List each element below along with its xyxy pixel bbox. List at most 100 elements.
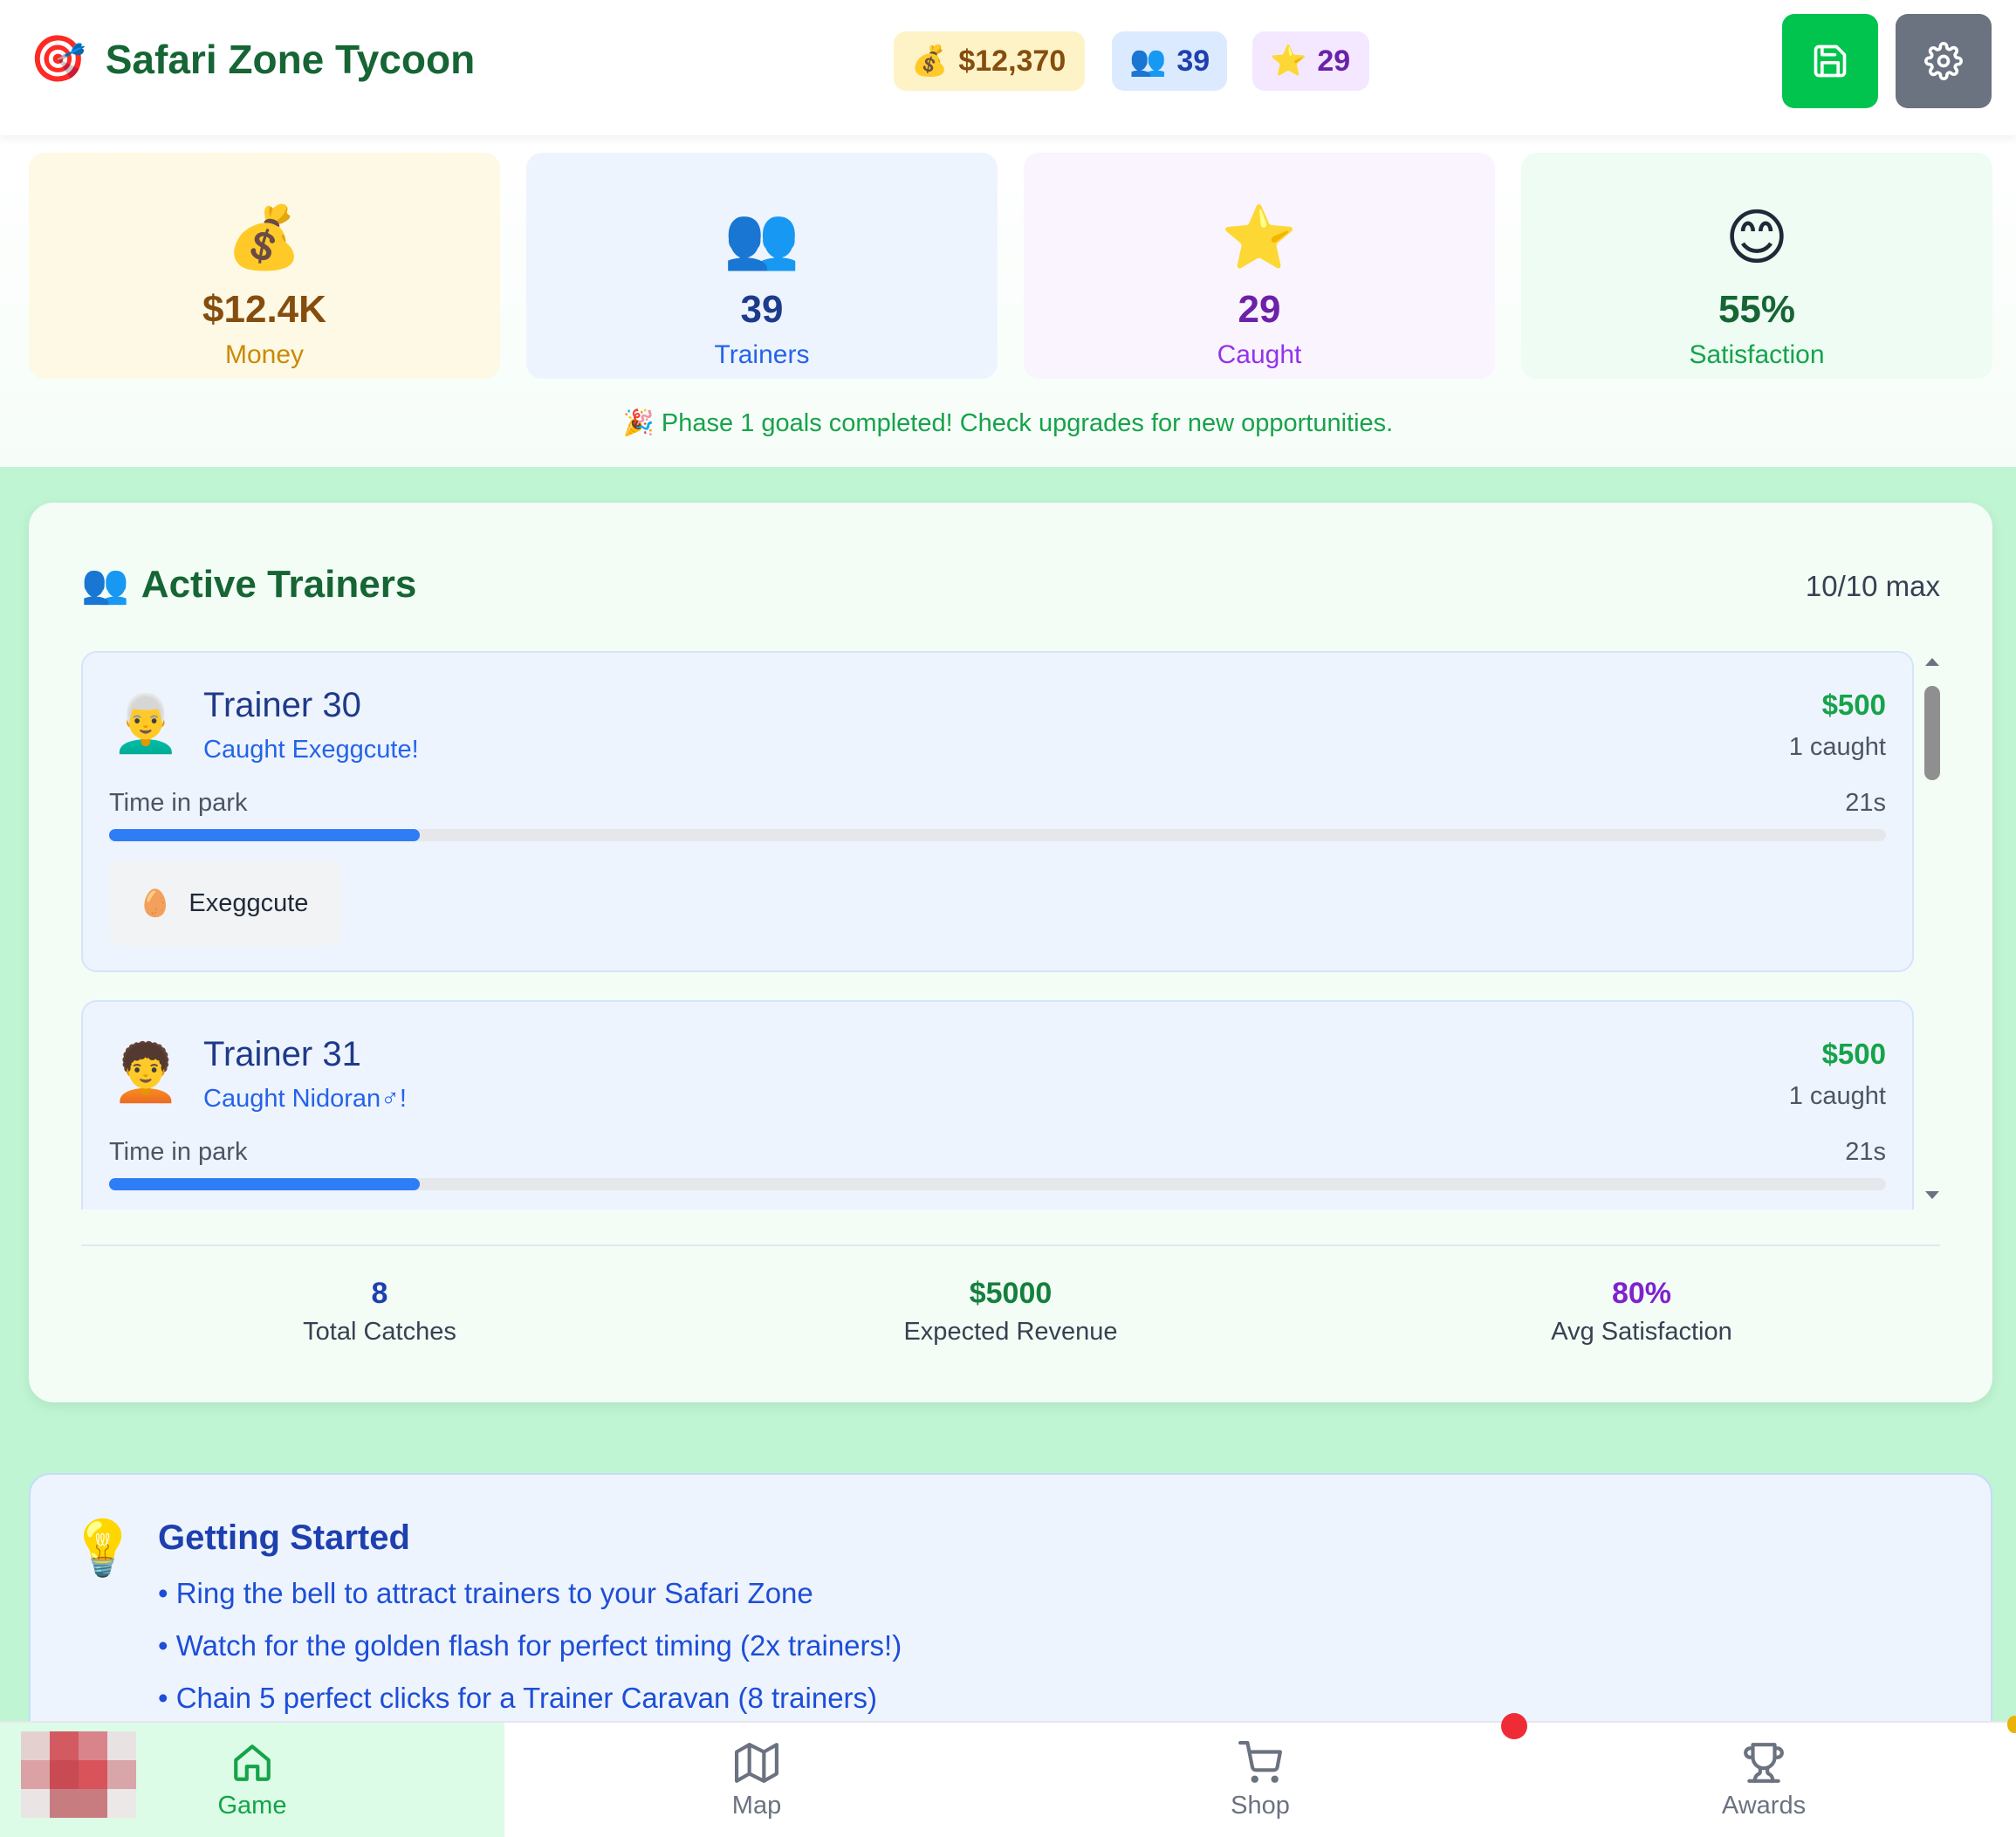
caught-pokemon-chip: 🥚 Exeggcute (109, 860, 341, 946)
nav-label: Game (217, 1792, 287, 1820)
map-icon (735, 1743, 778, 1783)
target-icon: 🎯 (30, 33, 86, 86)
caught-counter-value: 29 (1317, 44, 1351, 78)
tip-item: • Ring the bell to attract trainers to y… (158, 1577, 813, 1609)
pixel (21, 1731, 50, 1760)
time-in-park-value: 21s (1845, 789, 1886, 817)
cart-icon (1238, 1741, 1282, 1783)
nav-awards[interactable]: Awards (1512, 1723, 2016, 1837)
settings-button[interactable] (1896, 14, 1992, 108)
money-counter-value: $12,370 (958, 44, 1066, 78)
trainers-counter: 👥 39 (1112, 31, 1227, 91)
trainer-money: $500 (1821, 1038, 1886, 1070)
pixel (79, 1789, 107, 1818)
save-button[interactable] (1782, 14, 1878, 108)
stat-label: Satisfaction (1689, 340, 1825, 369)
nav-label: Map (731, 1792, 782, 1820)
trainer-list-scrollbar[interactable] (1923, 651, 1940, 1210)
stat-value: $12.4K (202, 288, 326, 331)
trainer-caught-count: 1 caught (1788, 733, 1886, 761)
trainer-list[interactable]: 👨‍🦳 Trainer 30 Caught Exeggcute! $500 1 … (81, 651, 1940, 1210)
trainer-name: Trainer 31 (203, 1035, 361, 1073)
summary-expected-revenue: $5000 Expected Revenue (749, 1274, 1272, 1349)
stat-card-money: 💰 $12.4K Money (29, 153, 500, 379)
pixel (50, 1731, 79, 1760)
nav-label: Awards (1721, 1792, 1807, 1820)
trainer-capacity: 10/10 max (1805, 570, 1940, 602)
money-bag-icon: 💰 (911, 44, 949, 79)
summary-value: 8 (371, 1277, 388, 1310)
pixel (79, 1760, 107, 1789)
active-trainers-title: Active Trainers (141, 563, 417, 606)
stat-value: 55% (1718, 288, 1796, 331)
summary-value: 80% (1611, 1277, 1672, 1310)
stat-card-caught: ⭐ 29 Caught (1024, 153, 1495, 379)
trainer-card: 👨‍🦳 Trainer 30 Caught Exeggcute! $500 1 … (81, 651, 1914, 972)
stat-card-satisfaction: 😊 55% Satisfaction (1521, 153, 1992, 379)
time-in-park-label: Time in park (109, 1138, 248, 1166)
trainer-avatar: 👨‍🦳 (111, 692, 181, 757)
scroll-down-arrow-icon[interactable] (1925, 1191, 1939, 1199)
caught-counter: ⭐ 29 (1252, 31, 1369, 91)
time-progress-bar (109, 829, 1886, 841)
people-icon: 👥 (723, 202, 800, 273)
summary-value: $5000 (969, 1277, 1053, 1310)
bottom-navigation: Game Map Shop Awards (0, 1721, 2016, 1837)
stat-label: Trainers (714, 340, 810, 369)
stat-label: Caught (1217, 340, 1302, 369)
pixel (79, 1731, 107, 1760)
active-trainers-heading: 👥 Active Trainers (81, 560, 416, 609)
active-trainers-panel: 👥 Active Trainers 10/10 max 👨‍🦳 Trainer … (29, 503, 1992, 1402)
summary-label: Expected Revenue (903, 1318, 1118, 1346)
summary-label: Total Catches (303, 1318, 456, 1346)
stats-panel: 💰 $12.4K Money 👥 39 Trainers ⭐ 29 Caught… (0, 135, 2016, 467)
nav-label: Shop (1231, 1792, 1290, 1820)
brand: 🎯 Safari Zone Tycoon (30, 31, 475, 87)
pixel (21, 1760, 50, 1789)
summary-label: Avg Satisfaction (1551, 1318, 1732, 1346)
stat-card-trainers: 👥 39 Trainers (526, 153, 998, 379)
pixel (107, 1731, 136, 1760)
indicator-dot (2007, 1716, 2016, 1733)
time-progress-bar (109, 1178, 1886, 1190)
star-icon: ⭐ (1221, 202, 1298, 273)
getting-started-title: Getting Started (158, 1518, 410, 1557)
notification-badge (1501, 1713, 1527, 1739)
trainer-caught-count: 1 caught (1788, 1082, 1886, 1110)
pixel-avatar[interactable] (21, 1731, 136, 1837)
trophy-icon (1744, 1743, 1784, 1783)
gear-icon (1924, 42, 1963, 80)
people-icon: 👥 (1129, 44, 1167, 79)
trainers-counter-value: 39 (1176, 44, 1210, 78)
trainer-name: Trainer 30 (203, 686, 361, 724)
stat-value: 29 (1238, 288, 1281, 331)
smiley-icon: 😊 (1725, 202, 1789, 273)
top-header: 🎯 Safari Zone Tycoon 💰 $12,370 👥 39 ⭐ 29 (0, 0, 2016, 135)
divider (81, 1244, 1940, 1246)
lightbulb-icon: 💡 (69, 1516, 137, 1580)
scrollbar-thumb[interactable] (1924, 686, 1940, 780)
summary-total-catches: 8 Total Catches (118, 1274, 641, 1349)
trainer-avatar: 🧑‍🦱 (111, 1041, 181, 1106)
nav-shop[interactable]: Shop (1008, 1723, 1512, 1837)
pixel (50, 1760, 79, 1789)
tip-item: • Watch for the golden flash for perfect… (158, 1629, 902, 1662)
exeggcute-icon: 🥚 (139, 888, 172, 919)
trainer-money: $500 (1821, 689, 1886, 721)
pixel (50, 1789, 79, 1818)
money-bag-icon: 💰 (226, 202, 303, 273)
time-progress-fill (109, 829, 421, 841)
save-icon (1814, 45, 1847, 78)
people-icon: 👥 (81, 562, 129, 607)
nav-map[interactable]: Map (504, 1723, 1009, 1837)
trainer-status: Caught Nidoran♂! (203, 1085, 407, 1113)
star-icon: ⭐ (1270, 44, 1307, 79)
time-in-park-value: 21s (1845, 1138, 1886, 1166)
trainer-status: Caught Exeggcute! (203, 736, 419, 764)
summary-avg-satisfaction: 80% Avg Satisfaction (1380, 1274, 1903, 1349)
pixel (107, 1789, 136, 1818)
tip-item: • Chain 5 perfect clicks for a Trainer C… (158, 1682, 878, 1714)
phase-complete-message: 🎉 Phase 1 goals completed! Check upgrade… (622, 409, 1394, 437)
scroll-up-arrow-icon[interactable] (1925, 658, 1939, 666)
app-title: Safari Zone Tycoon (105, 37, 476, 82)
